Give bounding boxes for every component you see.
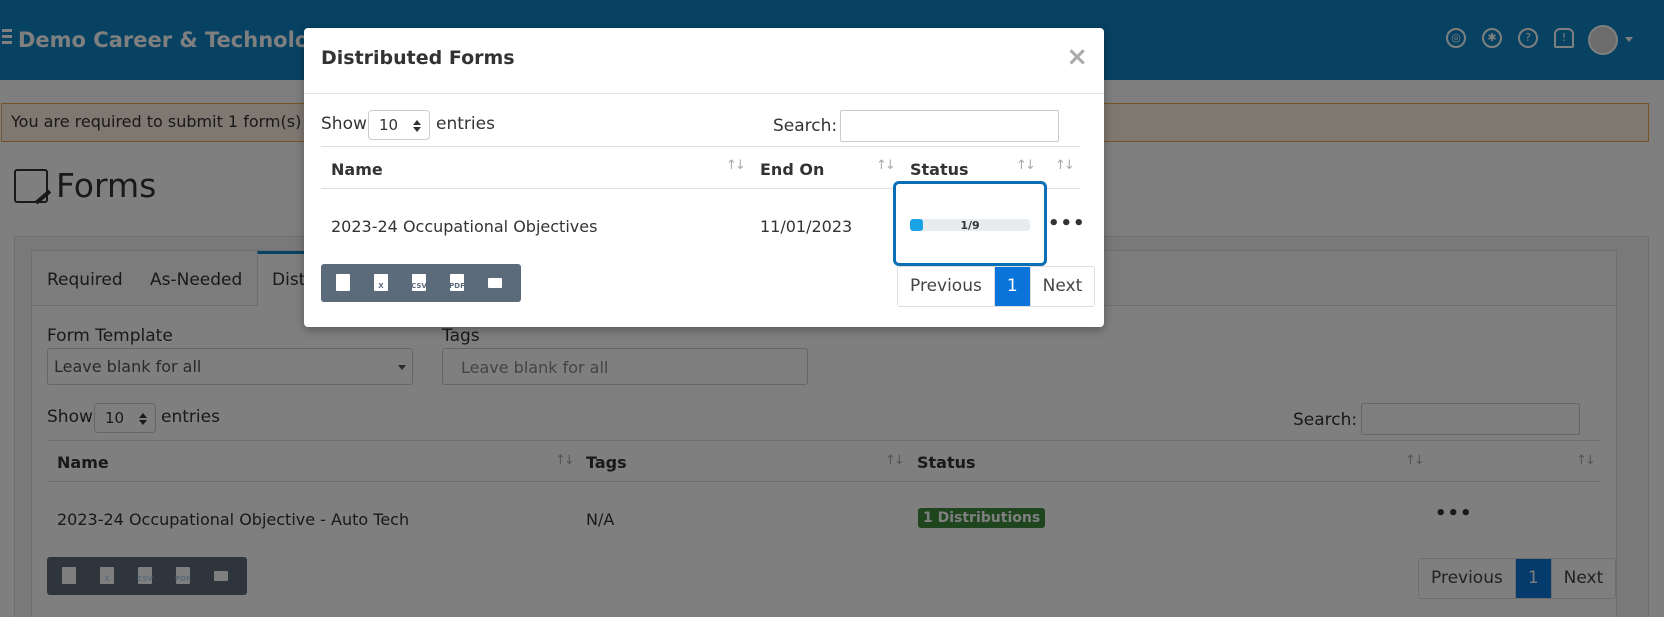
modal-column-header-name[interactable]: Name [331, 160, 383, 179]
modal-show-label: Show [321, 114, 367, 134]
modal-table-header-top-border [321, 146, 1080, 147]
excel-icon[interactable]: X [371, 273, 391, 293]
sort-icon[interactable]: ↑↓ [726, 158, 746, 173]
modal-column-header-end-on[interactable]: End On [760, 160, 824, 179]
spinner-icon [413, 120, 421, 132]
modal-entries-select[interactable]: 10 [368, 110, 430, 140]
pdf-icon[interactable]: PDF [447, 273, 467, 293]
modal-header: Distributed Forms × [304, 28, 1104, 94]
modal-search-label: Search: [773, 116, 838, 136]
modal-row-actions-icon[interactable]: ••• [1048, 213, 1086, 234]
sort-icon[interactable]: ↑↓ [1016, 158, 1036, 173]
modal-column-header-status[interactable]: Status [910, 160, 969, 179]
status-progress-text: 1/9 [960, 219, 980, 232]
modal-next-page-button[interactable]: Next [1029, 267, 1095, 306]
copy-icon[interactable] [333, 273, 353, 293]
sort-icon[interactable]: ↑↓ [876, 158, 896, 173]
modal-row-end-on: 11/01/2023 [760, 217, 853, 236]
modal-search-input[interactable] [840, 110, 1059, 142]
modal-export-toolbar: X CSV PDF [321, 264, 521, 302]
modal-entries-value: 10 [379, 116, 399, 134]
modal-row-name: 2023-24 Occupational Objectives [331, 217, 598, 236]
modal-title: Distributed Forms [321, 47, 515, 69]
print-icon[interactable] [485, 273, 505, 293]
modal-pagination: Previous 1 Next [897, 266, 1096, 307]
modal-previous-page-button[interactable]: Previous [898, 267, 994, 306]
sort-icon[interactable]: ↑↓ [1055, 158, 1075, 173]
csv-icon[interactable]: CSV [409, 273, 429, 293]
close-icon[interactable]: × [1066, 44, 1088, 70]
modal-entries-label: entries [436, 114, 495, 134]
modal-page-1-button[interactable]: 1 [993, 267, 1030, 306]
